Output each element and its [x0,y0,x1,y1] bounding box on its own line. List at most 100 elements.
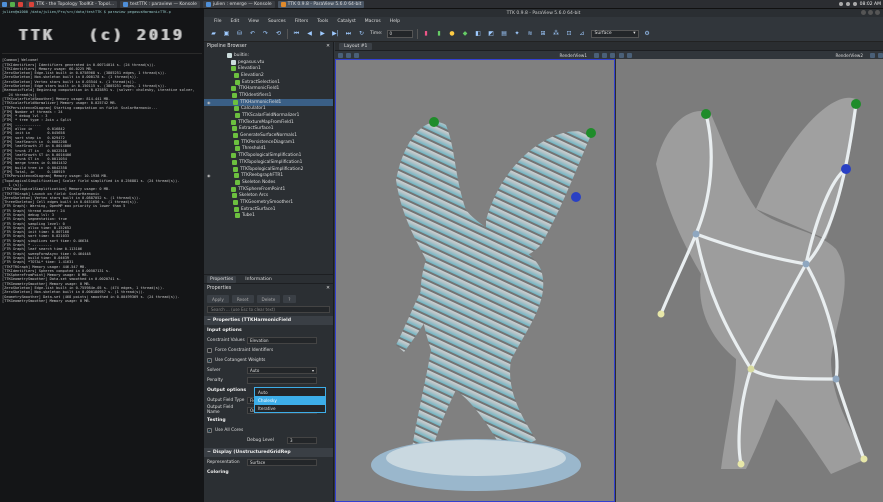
slice-icon[interactable]: ◩ [487,29,496,38]
eye-icon[interactable] [207,200,213,205]
browser-icon[interactable] [18,1,23,7]
last-frame-icon[interactable]: ⏭ [344,29,353,38]
ruler-icon[interactable]: ⊿ [578,29,587,38]
pipeline-item[interactable]: ExtractSurface1 [204,206,333,213]
pipeline-item[interactable]: TTKTopologicalSimplification2 [204,166,333,173]
battery-icon[interactable] [852,2,857,6]
debug-level-field[interactable]: 3 [287,436,317,444]
pipeline-item[interactable]: TTKPersistenceDiagram1 [204,139,333,146]
pipeline-item[interactable]: TTKSphereFromPoint1 [204,186,333,193]
pipeline-item[interactable]: pegasus.vtu [204,59,333,66]
contour-icon[interactable]: ◆ [461,29,470,38]
open-icon[interactable]: ▰ [209,29,218,38]
menu-help[interactable]: Help [390,19,400,24]
eye-icon[interactable] [207,213,213,218]
reset-camera-icon[interactable] [338,52,343,58]
pipeline-item[interactable]: Skeleton Arcs [204,192,333,199]
use-all-cores-checkbox[interactable]: ✓ [207,427,212,433]
split-horizontal-icon[interactable] [594,52,599,58]
taskbar-task-browser[interactable]: TTK - the Topology ToolKit - Topol... [26,0,118,8]
menu-catalyst[interactable]: Catalyst [337,19,355,24]
cotangent-checkbox[interactable]: ✓ [207,357,212,363]
split-vertical-icon[interactable] [602,52,607,58]
close-icon[interactable]: ✕ [326,44,330,49]
constraint-values-field[interactable]: Elevation [247,336,317,344]
menu-view[interactable]: View [248,19,259,24]
eye-icon[interactable] [207,167,213,172]
redo-icon[interactable]: ↷ [261,29,270,38]
eye-icon[interactable] [207,60,213,65]
menu-macros[interactable]: Macros [365,19,381,24]
pipeline-item[interactable]: ◉ TTKHarmonicField1 [204,98,333,106]
close-button[interactable] [875,10,880,15]
view-settings-icon[interactable]: ⚙ [643,29,652,38]
eye-icon[interactable] [207,193,213,198]
minimize-button[interactable] [861,10,866,15]
menu-edit[interactable]: Edit [231,19,240,24]
pipeline-item[interactable]: Elevation1 [204,65,333,72]
eye-icon[interactable] [207,153,213,158]
pipeline-item[interactable]: ◉ TTKReebgraphFTR1 [204,172,333,179]
loop-icon[interactable]: ↻ [357,29,366,38]
taskbar-task-konsole[interactable]: testTTK : paraview — Konsole [120,0,200,8]
pipeline-item[interactable]: TTKHarmonicField1 [204,85,333,92]
eye-icon[interactable] [207,180,213,185]
eye-icon[interactable] [207,120,213,125]
eye-icon[interactable] [207,93,213,98]
prev-frame-icon[interactable]: ◀ [305,29,314,38]
select-points-icon[interactable]: ⁂ [552,29,561,38]
filter-icon[interactable]: ● [448,29,457,38]
eye-icon[interactable] [207,80,213,85]
save-icon[interactable]: ▣ [222,29,231,38]
axes-icon[interactable] [346,52,351,58]
pipeline-item[interactable]: TTKScalarFieldNormalizer1 [204,112,333,119]
glyph-icon[interactable]: ✦ [513,29,522,38]
close-view-icon[interactable] [610,52,615,58]
connect-icon[interactable]: ⛁ [235,29,244,38]
volume-icon[interactable] [845,2,850,6]
clip-icon[interactable]: ◧ [474,29,483,38]
renderview1[interactable] [335,59,615,502]
pipeline-item[interactable]: Elevation2 [204,72,333,79]
threshold-icon[interactable]: ▤ [500,29,509,38]
penalty-field[interactable] [247,376,317,384]
pipeline-item[interactable]: GenerateSurfaceNormals1 [204,132,333,139]
taskbar-task-konsole-2[interactable]: julien : emerge — Konsole [202,0,275,8]
camera-reset-icon[interactable]: ⟲ [274,29,283,38]
first-frame-icon[interactable]: ⏮ [292,29,301,38]
pipeline-item[interactable]: TTKTopologicalSimplification1 [204,159,333,166]
file-manager-icon[interactable] [10,1,15,7]
clock[interactable]: 08:02 AM [860,2,881,7]
properties-search[interactable]: Search ... (use Esc to clear text) [207,306,330,313]
tab-layout-1[interactable]: Layout #1 [339,42,373,50]
undo-icon[interactable]: ↶ [248,29,257,38]
pipeline-item[interactable]: TTKIdentifiers1 [204,92,333,99]
reset-button[interactable]: Reset [231,295,254,303]
pipeline-item[interactable]: TTKGeometrySmoother1 [204,199,333,206]
eye-icon[interactable] [207,106,213,111]
pipeline-item[interactable]: ExtractSelection1 [204,79,333,86]
split-horizontal-icon[interactable] [870,52,875,58]
eye-icon[interactable] [207,86,213,91]
tab-properties[interactable]: Properties [207,275,237,283]
app-launcher-icon[interactable] [2,1,7,7]
eye-icon[interactable] [207,53,213,58]
eye-icon[interactable] [207,187,213,192]
network-icon[interactable] [838,2,843,6]
menu-file[interactable]: File [214,19,222,24]
pipeline-item[interactable]: Calculator1 [204,106,333,113]
eye-icon[interactable] [207,73,213,78]
eye-icon[interactable] [207,160,213,165]
axes-icon[interactable] [627,52,632,58]
pipeline-item[interactable]: ExtractSurface1 [204,126,333,133]
close-view-icon[interactable] [878,52,883,58]
representation-select[interactable]: Surface ▾ [590,29,639,38]
menu-tools[interactable]: Tools [317,19,328,24]
pipeline-item[interactable]: Skeleton Nodes [204,179,333,186]
maximize-button[interactable] [868,10,873,15]
solver-select[interactable]: Auto ▾ [247,366,317,374]
select-cells-icon[interactable]: ⊡ [565,29,574,38]
menu-sources[interactable]: Sources [268,19,286,24]
delete-button[interactable]: Delete [256,295,281,303]
menu-filters[interactable]: Filters [295,19,309,24]
